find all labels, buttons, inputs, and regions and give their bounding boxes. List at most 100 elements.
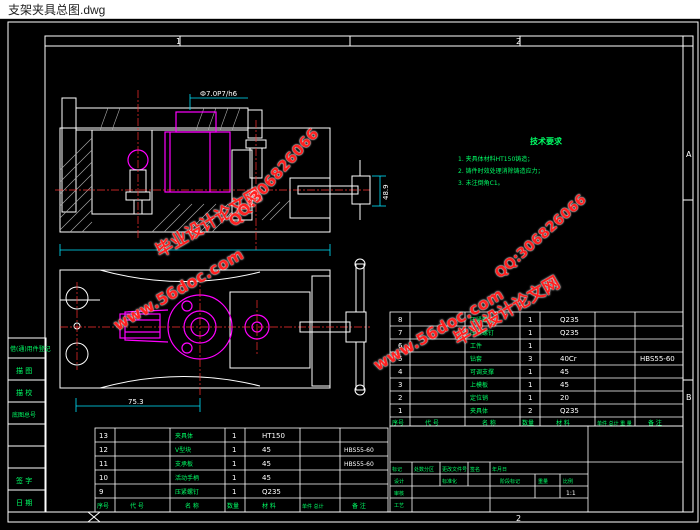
zone-label-a: A bbox=[686, 150, 692, 159]
parts-lower-header: 序号 代 号 名 称 数量 材 料 单件 总计 备 注 bbox=[97, 502, 366, 510]
zone-label-top-2: 2 bbox=[516, 37, 521, 46]
lower-h-code: 代 号 bbox=[130, 502, 144, 510]
dim-length-label: 75.3 bbox=[128, 398, 144, 406]
left-label-2: 描 校 bbox=[16, 388, 32, 397]
left-label-3: 底图总号 bbox=[12, 411, 36, 419]
left-label-4: 签 字 bbox=[16, 476, 32, 485]
tb-mark: 标记 bbox=[392, 466, 402, 473]
upper-row-material: 20 bbox=[560, 394, 569, 402]
left-label-0: 借(通)用件登记 bbox=[10, 345, 51, 353]
corner-marker bbox=[87, 511, 101, 523]
upper-row-no: 3 bbox=[398, 381, 402, 389]
hatching bbox=[59, 107, 291, 233]
tech-item-0: 1. 夹具体材料HT150铸造； bbox=[458, 155, 533, 163]
tb-count: 处数 bbox=[414, 466, 424, 473]
tech-item-1: 2. 铸件时效处理消除铸造应力； bbox=[458, 167, 544, 175]
upper-row-no: 2 bbox=[398, 394, 402, 402]
tb-process: 工艺 bbox=[394, 503, 404, 509]
tb-review: 审核 bbox=[394, 490, 404, 497]
lower-row-material: 45 bbox=[262, 446, 271, 454]
lower-h-no: 序号 bbox=[97, 502, 109, 510]
dim-height-label: 48.9 bbox=[382, 184, 390, 200]
dim-fit-label: Ф7.0P7/h6 bbox=[200, 90, 238, 98]
upper-row-material: 45 bbox=[560, 368, 569, 376]
upper-row-name: 工件 bbox=[470, 342, 482, 350]
lower-row-no: 11 bbox=[99, 460, 108, 468]
lower-row-name: 活动手柄 bbox=[175, 474, 199, 482]
tb-date: 年月日 bbox=[492, 466, 507, 473]
zone-label-bottom-2: 2 bbox=[516, 514, 521, 523]
drawing-canvas[interactable]: 1 2 2 A B 借(通)用件登记 描 图 描 校 底图总号 签 字 日 期 bbox=[0, 18, 700, 525]
lower-h-material: 材 料 bbox=[262, 502, 276, 510]
tb-scale-value: 1:1 bbox=[566, 490, 576, 497]
upper-row-no: 4 bbox=[398, 368, 403, 376]
upper-row-name: 钻套 bbox=[470, 355, 482, 363]
upper-row-name: 夹具体 bbox=[470, 407, 488, 415]
lower-row-qty: 1 bbox=[232, 432, 236, 440]
technical-requirements: 技术要求 1. 夹具体材料HT150铸造； 2. 铸件时效处理消除铸造应力； 3… bbox=[458, 136, 563, 187]
tb-weight: 重量 bbox=[538, 478, 548, 485]
upper-row-qty: 1 bbox=[528, 368, 532, 376]
lower-row-material: 45 bbox=[262, 460, 271, 468]
lower-row-note: HBS55-60 bbox=[344, 461, 374, 468]
upper-row-material: 45 bbox=[560, 381, 569, 389]
upper-row-material: Q235 bbox=[560, 329, 579, 337]
tb-stage: 阶段标记 bbox=[500, 478, 520, 485]
parts-list-lower bbox=[94, 427, 389, 513]
left-binding-table bbox=[7, 337, 47, 513]
upper-row-qty: 1 bbox=[528, 394, 532, 402]
tech-title: 技术要求 bbox=[530, 136, 563, 146]
tech-item-2: 3. 未注倒角C1。 bbox=[458, 179, 504, 187]
lower-h-qty: 数量 bbox=[227, 502, 239, 510]
lower-h-weight: 单件 总计 bbox=[302, 503, 324, 510]
lower-row-no: 9 bbox=[99, 488, 103, 496]
lower-row-qty: 1 bbox=[232, 474, 236, 482]
lower-row-note: HBS55-60 bbox=[344, 447, 374, 454]
lower-row-qty: 1 bbox=[232, 446, 236, 454]
upper-row-no: 7 bbox=[398, 329, 402, 337]
lower-row-name: V型块 bbox=[175, 446, 191, 454]
upper-row-qty: 1 bbox=[528, 329, 532, 337]
window-titlebar: 支架夹具总图.dwg bbox=[0, 0, 700, 19]
workpiece-front bbox=[127, 111, 231, 193]
upper-row-qty: 1 bbox=[528, 316, 532, 324]
left-label-1: 描 图 bbox=[16, 366, 32, 375]
upper-row-qty: 3 bbox=[528, 355, 532, 363]
upper-row-name: 定位销 bbox=[470, 394, 488, 402]
lower-h-note: 备 注 bbox=[352, 502, 366, 510]
upper-row-note: HBS55-60 bbox=[640, 355, 675, 363]
upper-row-no: 8 bbox=[398, 316, 402, 324]
cad-drawing: 1 2 2 A B 借(通)用件登记 描 图 描 校 底图总号 签 字 日 期 bbox=[7, 21, 699, 523]
top-centerlines bbox=[60, 275, 370, 395]
tb-signature: 签名 bbox=[470, 466, 480, 473]
lower-h-name: 名 称 bbox=[185, 502, 199, 510]
lower-row-qty: 1 bbox=[232, 488, 236, 496]
lower-row-material: Q235 bbox=[262, 488, 281, 496]
window-title: 支架夹具总图.dwg bbox=[8, 3, 106, 17]
upper-row-qty: 2 bbox=[528, 407, 532, 415]
upper-row-qty: 1 bbox=[528, 381, 532, 389]
tb-zone: 分区 bbox=[424, 466, 434, 473]
upper-row-no: 1 bbox=[398, 407, 402, 415]
tb-standard: 标准化 bbox=[442, 478, 457, 485]
zone-label-top-1: 1 bbox=[176, 37, 181, 46]
lower-row-material: HT150 bbox=[262, 432, 285, 440]
upper-row-material: Q235 bbox=[560, 407, 579, 415]
lower-row-material: 45 bbox=[262, 474, 271, 482]
upper-row-material: 40Cr bbox=[560, 355, 577, 363]
tb-change: 更改文件号 bbox=[442, 466, 467, 473]
upper-row-name: 上模板 bbox=[470, 381, 488, 389]
upper-row-name: 可调支撑 bbox=[470, 368, 494, 376]
upper-row-qty: 1 bbox=[528, 342, 532, 350]
tb-scale: 比例 bbox=[563, 478, 573, 485]
lower-row-no: 13 bbox=[99, 432, 108, 440]
lower-row-name: 支承板 bbox=[175, 460, 193, 468]
tb-design: 设计 bbox=[394, 478, 404, 485]
lower-row-no: 12 bbox=[99, 446, 108, 454]
upper-row-material: Q235 bbox=[560, 316, 579, 324]
left-label-5: 日 期 bbox=[16, 499, 32, 507]
lower-row-qty: 1 bbox=[232, 460, 236, 468]
front-view: Ф7.0P7/h6 48.9 bbox=[55, 90, 390, 256]
lower-row-no: 10 bbox=[99, 474, 108, 482]
zone-label-b: B bbox=[686, 393, 692, 402]
